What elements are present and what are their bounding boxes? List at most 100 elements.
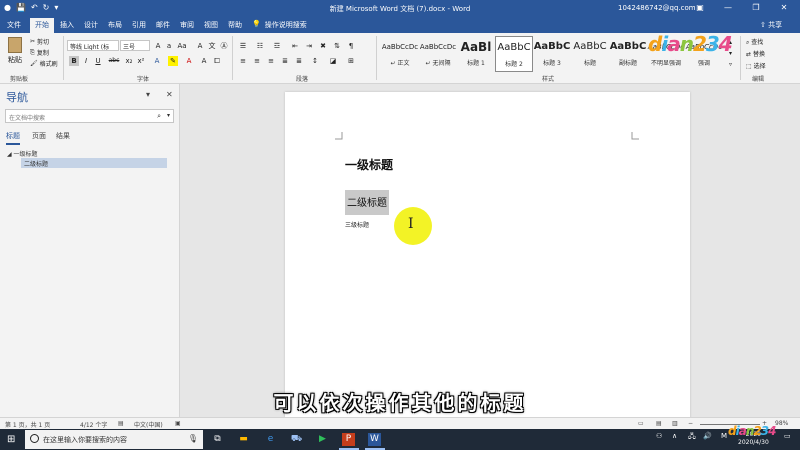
account-name[interactable]: 1042486742@qq.com xyxy=(618,4,696,12)
language-indicator[interactable]: 中文(中国) xyxy=(134,420,163,429)
italic-button[interactable]: I xyxy=(81,56,91,66)
distributed-icon[interactable]: ≣ xyxy=(294,56,304,66)
tab-review[interactable]: 审阅 xyxy=(180,20,194,30)
notifications-icon[interactable]: ▭ xyxy=(784,432,791,440)
chinese-layout-icon[interactable]: ✖ xyxy=(318,41,328,51)
page-count[interactable]: 第 1 页，共 1 页 xyxy=(5,420,50,429)
style-heading-1[interactable]: AaBl 标题 1 xyxy=(457,36,495,72)
style-title[interactable]: AaBbC 标题 xyxy=(571,36,609,72)
task-view-icon[interactable]: ⧉ xyxy=(211,433,224,446)
shading-icon[interactable]: ◪ xyxy=(328,56,338,66)
font-size-dropdown[interactable]: 三号 xyxy=(120,40,150,51)
numbering-icon[interactable]: ☷ xyxy=(255,41,265,51)
style-no-spacing[interactable]: AaBbCcDc ↵ 无间隔 xyxy=(419,36,457,72)
sort-icon[interactable]: ⇅ xyxy=(332,41,342,51)
bullets-icon[interactable]: ☰ xyxy=(238,41,248,51)
volume-icon[interactable]: 🔊 xyxy=(703,432,712,440)
style-heading-3[interactable]: AaBbC 标题 3 xyxy=(533,36,571,72)
align-left-icon[interactable]: ≡ xyxy=(238,56,248,66)
nav-options-icon[interactable]: ▾ xyxy=(146,90,150,99)
style-normal[interactable]: AaBbCcDc ↵ 正文 xyxy=(381,36,419,72)
font-color-icon[interactable]: A xyxy=(184,56,194,66)
show-marks-icon[interactable]: ¶ xyxy=(346,41,356,51)
taskbar-search-input[interactable]: 在这里输入你要搜索的内容 🎙 xyxy=(25,430,203,449)
document-heading-2-selected[interactable]: 二级标题 xyxy=(345,190,389,215)
tab-insert[interactable]: 插入 xyxy=(60,20,74,30)
tab-layout[interactable]: 布局 xyxy=(108,20,122,30)
tab-references[interactable]: 引用 xyxy=(132,20,146,30)
people-icon[interactable]: ⚇ xyxy=(656,432,662,440)
subscript-button[interactable]: x₂ xyxy=(124,56,134,66)
search-icon[interactable]: ⌕ xyxy=(157,112,161,121)
restore-icon[interactable]: ❐ xyxy=(742,2,770,14)
phonetic-guide-icon[interactable]: 文 xyxy=(207,41,217,51)
borders-icon[interactable]: ⊞ xyxy=(346,56,356,66)
tab-view[interactable]: 视图 xyxy=(204,20,218,30)
align-right-icon[interactable]: ≡ xyxy=(266,56,276,66)
edge-browser-icon[interactable]: e xyxy=(264,433,277,446)
copy-button[interactable]: ⎘ 复制 xyxy=(30,48,49,58)
decrease-indent-icon[interactable]: ⇤ xyxy=(290,41,300,51)
nav-tab-headings[interactable]: 标题 xyxy=(6,131,20,145)
tab-file[interactable]: 文件 xyxy=(7,20,21,30)
windows-start-icon[interactable]: ⊞ xyxy=(7,434,15,445)
powerpoint-icon[interactable]: P xyxy=(342,433,355,446)
show-hidden-icon[interactable]: ∧ xyxy=(672,432,677,440)
microphone-icon[interactable]: 🎙 xyxy=(188,434,198,443)
minimize-icon[interactable]: — xyxy=(714,2,742,14)
print-layout-icon[interactable]: ▥ xyxy=(672,420,678,427)
font-name-dropdown[interactable]: 等线 Light (标 xyxy=(67,40,119,51)
network-icon[interactable]: 🖧 xyxy=(688,432,696,443)
shrink-font-icon[interactable]: a xyxy=(164,41,174,51)
increase-indent-icon[interactable]: ⇥ xyxy=(304,41,314,51)
highlight-color-icon[interactable]: ✎ xyxy=(168,56,178,66)
file-explorer-icon[interactable]: ▬ xyxy=(237,433,250,446)
char-shading-icon[interactable]: A xyxy=(199,56,209,66)
clear-format-icon[interactable]: A xyxy=(195,41,205,51)
tab-help[interactable]: 帮助 xyxy=(228,20,242,30)
word-icon[interactable]: W xyxy=(368,433,381,446)
paste-button[interactable]: 粘贴 xyxy=(6,37,24,65)
focus-mode-icon[interactable]: ▭ xyxy=(638,420,644,427)
close-icon[interactable]: ✕ xyxy=(166,90,173,99)
char-border-icon[interactable]: ⧠ xyxy=(212,56,222,66)
ime-indicator[interactable]: M xyxy=(721,432,727,440)
vertical-scrollbar[interactable] xyxy=(787,84,800,417)
grow-font-icon[interactable]: A xyxy=(153,41,163,51)
media-player-icon[interactable]: ▶ xyxy=(316,433,329,446)
style-subtitle[interactable]: AaBbC 副标题 xyxy=(609,36,647,72)
tab-home[interactable]: 开始 xyxy=(30,18,54,33)
tab-mailings[interactable]: 邮件 xyxy=(156,20,170,30)
zoom-out-icon[interactable]: − xyxy=(688,420,693,427)
style-heading-2[interactable]: AaBbC 标题 2 xyxy=(495,36,533,72)
multilevel-list-icon[interactable]: ☲ xyxy=(272,41,282,51)
nav-tab-pages[interactable]: 页面 xyxy=(32,131,46,141)
document-heading-3[interactable]: 三级标题 xyxy=(345,220,369,229)
format-painter-button[interactable]: 🖌 格式刷 xyxy=(30,59,58,68)
chevron-down-icon[interactable]: ▾ xyxy=(167,112,170,119)
text-effects-icon[interactable]: A xyxy=(152,56,162,66)
bold-button[interactable]: B xyxy=(69,56,79,66)
zoom-level[interactable]: 98% xyxy=(775,420,788,427)
read-mode-icon[interactable]: ▤ xyxy=(656,420,662,427)
select-button[interactable]: ⬚ 选择 xyxy=(746,61,766,70)
line-spacing-icon[interactable]: ↕ xyxy=(310,56,320,66)
document-page[interactable]: 一级标题 二级标题 三级标题 xyxy=(285,92,690,422)
share-button[interactable]: ⇧ 共享 xyxy=(760,20,782,30)
document-heading-1[interactable]: 一级标题 xyxy=(345,156,393,173)
word-count[interactable]: 4/12 个字 xyxy=(80,420,107,429)
proofing-icon[interactable]: ▤ xyxy=(118,420,124,427)
superscript-button[interactable]: x² xyxy=(136,56,146,66)
nav-tab-results[interactable]: 结果 xyxy=(56,131,70,141)
store-icon[interactable]: ⛟ xyxy=(290,433,303,446)
find-button[interactable]: ⌕ 查找 xyxy=(746,37,763,47)
ribbon-display-icon[interactable]: ▣ xyxy=(686,2,714,14)
macro-icon[interactable]: ▣ xyxy=(175,420,181,427)
cut-button[interactable]: ✂ 剪切 xyxy=(30,37,49,46)
nav-heading-item[interactable]: ◢ 一级标题 xyxy=(7,149,38,158)
close-icon[interactable]: ✕ xyxy=(770,2,798,14)
align-center-icon[interactable]: ≡ xyxy=(252,56,262,66)
underline-button[interactable]: U xyxy=(93,56,103,66)
replace-button[interactable]: ⇄ 替换 xyxy=(746,49,765,58)
justify-icon[interactable]: ≣ xyxy=(280,56,290,66)
